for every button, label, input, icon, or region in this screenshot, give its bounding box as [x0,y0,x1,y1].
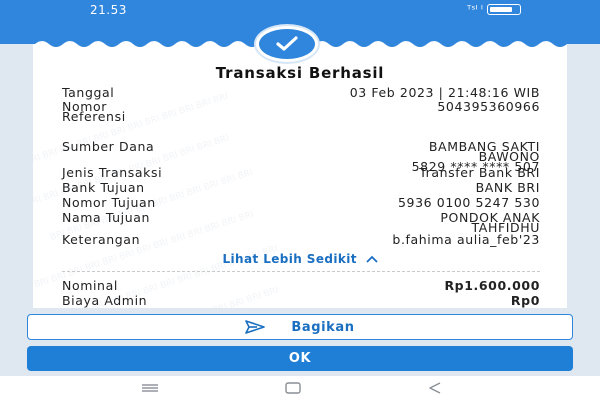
status-icons: ᵀˢᴵ ᴵ [467,3,521,16]
detail-label: Keterangan [62,232,141,247]
share-button-label: Bagikan [291,319,355,335]
status-time: 21.53 [90,3,127,17]
detail-value: b.fahima aulia_feb'23 [392,232,540,247]
detail-label: Nomor Tujuan [62,195,156,210]
home-icon[interactable] [285,382,301,394]
detail-label: Nama Tujuan [62,210,151,225]
send-icon [245,320,266,334]
battery-icon [486,4,521,15]
detail-label: Tanggal [62,85,115,100]
amount-label: Nominal [62,278,118,293]
detail-label: Sumber Dana [62,139,155,154]
signal-icon: ᵀˢᴵ ᴵ [467,3,483,16]
amount-value: Rp1.600.000 [444,278,540,293]
amount-label: Biaya Admin [62,293,148,308]
toggle-details-link[interactable]: Lihat Lebih Sedikit [0,252,600,266]
divider [62,271,540,272]
detail-label-line2: Referensi [62,109,126,124]
chevron-up-icon [365,255,378,263]
ok-button[interactable]: OK [27,346,573,371]
check-icon [256,26,318,62]
detail-label: Bank Tujuan [62,180,145,195]
detail-value: BANK BRI [475,180,540,195]
back-icon[interactable] [428,382,442,394]
detail-value: 03 Feb 2023 | 21:48:16 WIB [349,85,540,100]
detail-value: 504395360966 [437,99,540,114]
system-nav-bar [0,376,600,400]
detail-value: Transfer Bank BRI [419,165,540,180]
amount-value: Rp0 [510,293,540,308]
recents-icon[interactable] [142,384,158,392]
detail-value: 5936 0100 5247 530 [397,195,540,210]
detail-label: Jenis Transaksi [62,165,163,180]
page-title: Transaksi Berhasil [215,64,385,82]
toggle-details-label: Lihat Lebih Sedikit [222,252,357,266]
ok-button-label: OK [288,351,312,366]
share-button[interactable]: Bagikan [27,314,573,340]
